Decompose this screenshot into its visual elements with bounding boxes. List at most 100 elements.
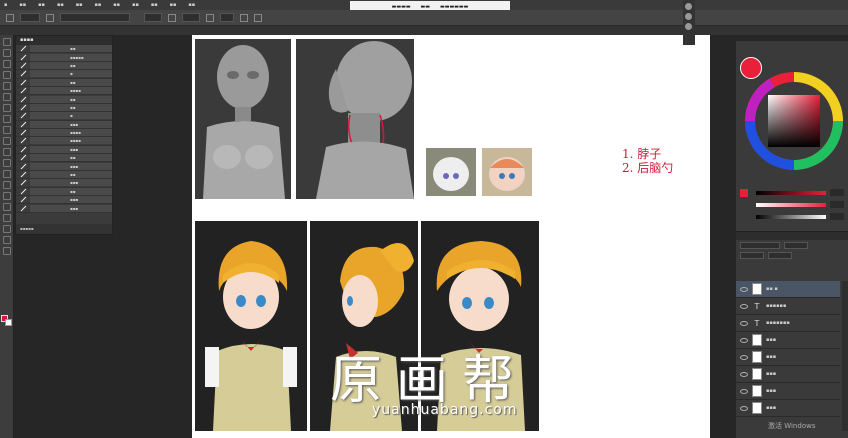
brush-preset-row[interactable]: ▪▪▪▪: [16, 137, 112, 146]
menu-item[interactable]: ▪▪: [76, 2, 83, 8]
brush-preset-row[interactable]: ▪▪▪▪: [16, 129, 112, 138]
layer-row[interactable]: ▪▪▪: [736, 332, 840, 349]
brush-panel-footer[interactable]: ▪▪▪▪▪: [16, 224, 112, 234]
brush-preset-row[interactable]: ▪▪▪: [16, 196, 112, 205]
brush-preset-row[interactable]: ▪▪: [16, 154, 112, 163]
layers-tab-header[interactable]: [736, 232, 848, 240]
layer-fill-field[interactable]: [768, 251, 792, 259]
brush-preset-row[interactable]: ▪▪: [16, 95, 112, 104]
opacity-field[interactable]: [144, 13, 162, 22]
path-select-tool-icon[interactable]: [3, 214, 11, 222]
healing-tool-icon[interactable]: [3, 104, 11, 112]
brush-preset-row[interactable]: ▪▪: [16, 187, 112, 197]
smoothing-field[interactable]: [220, 13, 234, 22]
pressure-opacity-icon[interactable]: [168, 13, 176, 22]
brush-panel-header[interactable]: ▪▪▪▪: [16, 36, 112, 45]
saturation-slider[interactable]: [756, 203, 826, 207]
blend-mode-dropdown[interactable]: [740, 241, 780, 249]
lasso-tool-icon[interactable]: [3, 60, 11, 68]
brush-preset-row[interactable]: ▪▪: [16, 78, 112, 87]
menu-item[interactable]: ▪▪: [170, 2, 177, 8]
pen-tool-icon[interactable]: [3, 192, 11, 200]
brush-preset-row[interactable]: ▪▪: [16, 61, 112, 71]
visibility-eye-icon[interactable]: [740, 303, 748, 309]
saturation-value-field[interactable]: [830, 201, 844, 208]
brush-icon: [19, 146, 27, 153]
pressure-size-icon[interactable]: [254, 13, 262, 22]
background-color-swatch[interactable]: [5, 319, 12, 326]
airbrush-icon[interactable]: [206, 13, 214, 22]
brush-preset-row[interactable]: ▪: [16, 112, 112, 121]
visibility-eye-icon[interactable]: [740, 286, 748, 292]
move-tool-icon[interactable]: [3, 38, 11, 46]
menu-item[interactable]: ▪▪: [151, 2, 158, 8]
visibility-eye-icon[interactable]: [740, 371, 748, 377]
eraser-tool-icon[interactable]: [3, 148, 11, 156]
layer-opacity-field[interactable]: [784, 241, 808, 249]
brush-preset-row[interactable]: ▪▪▪▪▪: [16, 53, 112, 62]
menu-item[interactable]: ▪▪: [95, 2, 102, 8]
menu-item[interactable]: ▪▪: [38, 2, 45, 8]
blend-mode-select[interactable]: [60, 13, 130, 22]
blur-tool-icon[interactable]: [3, 170, 11, 178]
settings-icon[interactable]: [240, 13, 248, 22]
brush-preset-row[interactable]: ▪: [16, 70, 112, 79]
history-brush-icon[interactable]: [3, 137, 11, 145]
layer-row[interactable]: ▪▪ ▪: [736, 281, 840, 298]
layer-row[interactable]: ▪▪▪: [736, 383, 840, 400]
panel-toggle-icon[interactable]: [685, 13, 692, 20]
brush-preset-row[interactable]: ▪▪▪: [16, 204, 112, 213]
brightness-value-field[interactable]: [830, 213, 844, 220]
play-icon[interactable]: [685, 23, 692, 30]
brush-preset-icon[interactable]: [6, 13, 14, 22]
menu-item[interactable]: ▪▪: [19, 2, 26, 8]
layer-row[interactable]: ▪▪▪: [736, 349, 840, 366]
visibility-eye-icon[interactable]: [740, 405, 748, 411]
crop-tool-icon[interactable]: [3, 82, 11, 90]
layer-row[interactable]: T ▪▪▪▪▪▪: [736, 298, 840, 315]
menu-item[interactable]: ▪▪: [57, 2, 64, 8]
brush-preset-row[interactable]: ▪▪▪: [16, 179, 112, 188]
type-tool-icon[interactable]: [3, 203, 11, 211]
info-icon[interactable]: [685, 3, 692, 10]
layer-row[interactable]: T ▪▪▪▪▪▪▪: [736, 315, 840, 332]
brush-preset-row[interactable]: ▪▪▪: [16, 162, 112, 171]
menu-item[interactable]: ▪▪: [113, 2, 120, 8]
layers-scrollbar[interactable]: [842, 281, 848, 431]
color-chip[interactable]: [740, 189, 748, 197]
flow-field[interactable]: [182, 13, 200, 22]
zoom-tool-icon[interactable]: [3, 247, 11, 255]
lock-icons[interactable]: [740, 251, 764, 259]
layer-row[interactable]: ▪▪▪: [736, 366, 840, 383]
brush-tool-icon[interactable]: [3, 115, 11, 123]
brush-size-field[interactable]: [20, 13, 40, 22]
hue-slider[interactable]: [756, 191, 826, 195]
stamp-tool-icon[interactable]: [3, 126, 11, 134]
visibility-eye-icon[interactable]: [740, 388, 748, 394]
eyedropper-tool-icon[interactable]: [3, 93, 11, 101]
visibility-eye-icon[interactable]: [740, 337, 748, 343]
brush-preset-row[interactable]: ▪▪: [16, 171, 112, 180]
hand-tool-icon[interactable]: [3, 236, 11, 244]
visibility-eye-icon[interactable]: [740, 354, 748, 360]
marquee-tool-icon[interactable]: [3, 49, 11, 57]
brush-preset-row[interactable]: ▪▪: [16, 103, 112, 113]
shape-tool-icon[interactable]: [3, 225, 11, 233]
brush-panel-icon[interactable]: [46, 13, 54, 22]
document-tab-strip[interactable]: [0, 26, 848, 35]
brush-preset-row[interactable]: ▪▪: [16, 45, 112, 54]
brightness-slider[interactable]: [756, 215, 826, 219]
quick-select-tool-icon[interactable]: [3, 71, 11, 79]
layer-row[interactable]: ▪▪▪: [736, 400, 840, 417]
dodge-tool-icon[interactable]: [3, 181, 11, 189]
color-wheel[interactable]: [744, 71, 844, 171]
menu-item[interactable]: ▪▪: [132, 2, 139, 8]
brush-preset-row[interactable]: ▪▪▪▪: [16, 87, 112, 96]
hue-value-field[interactable]: [830, 189, 844, 196]
brush-preset-row[interactable]: ▪▪▪: [16, 120, 112, 129]
menu-item[interactable]: ▪▪: [188, 2, 195, 8]
brush-preset-row[interactable]: ▪▪▪: [16, 145, 112, 155]
menu-item[interactable]: ▪: [4, 2, 7, 8]
gradient-tool-icon[interactable]: [3, 159, 11, 167]
visibility-eye-icon[interactable]: [740, 320, 748, 326]
